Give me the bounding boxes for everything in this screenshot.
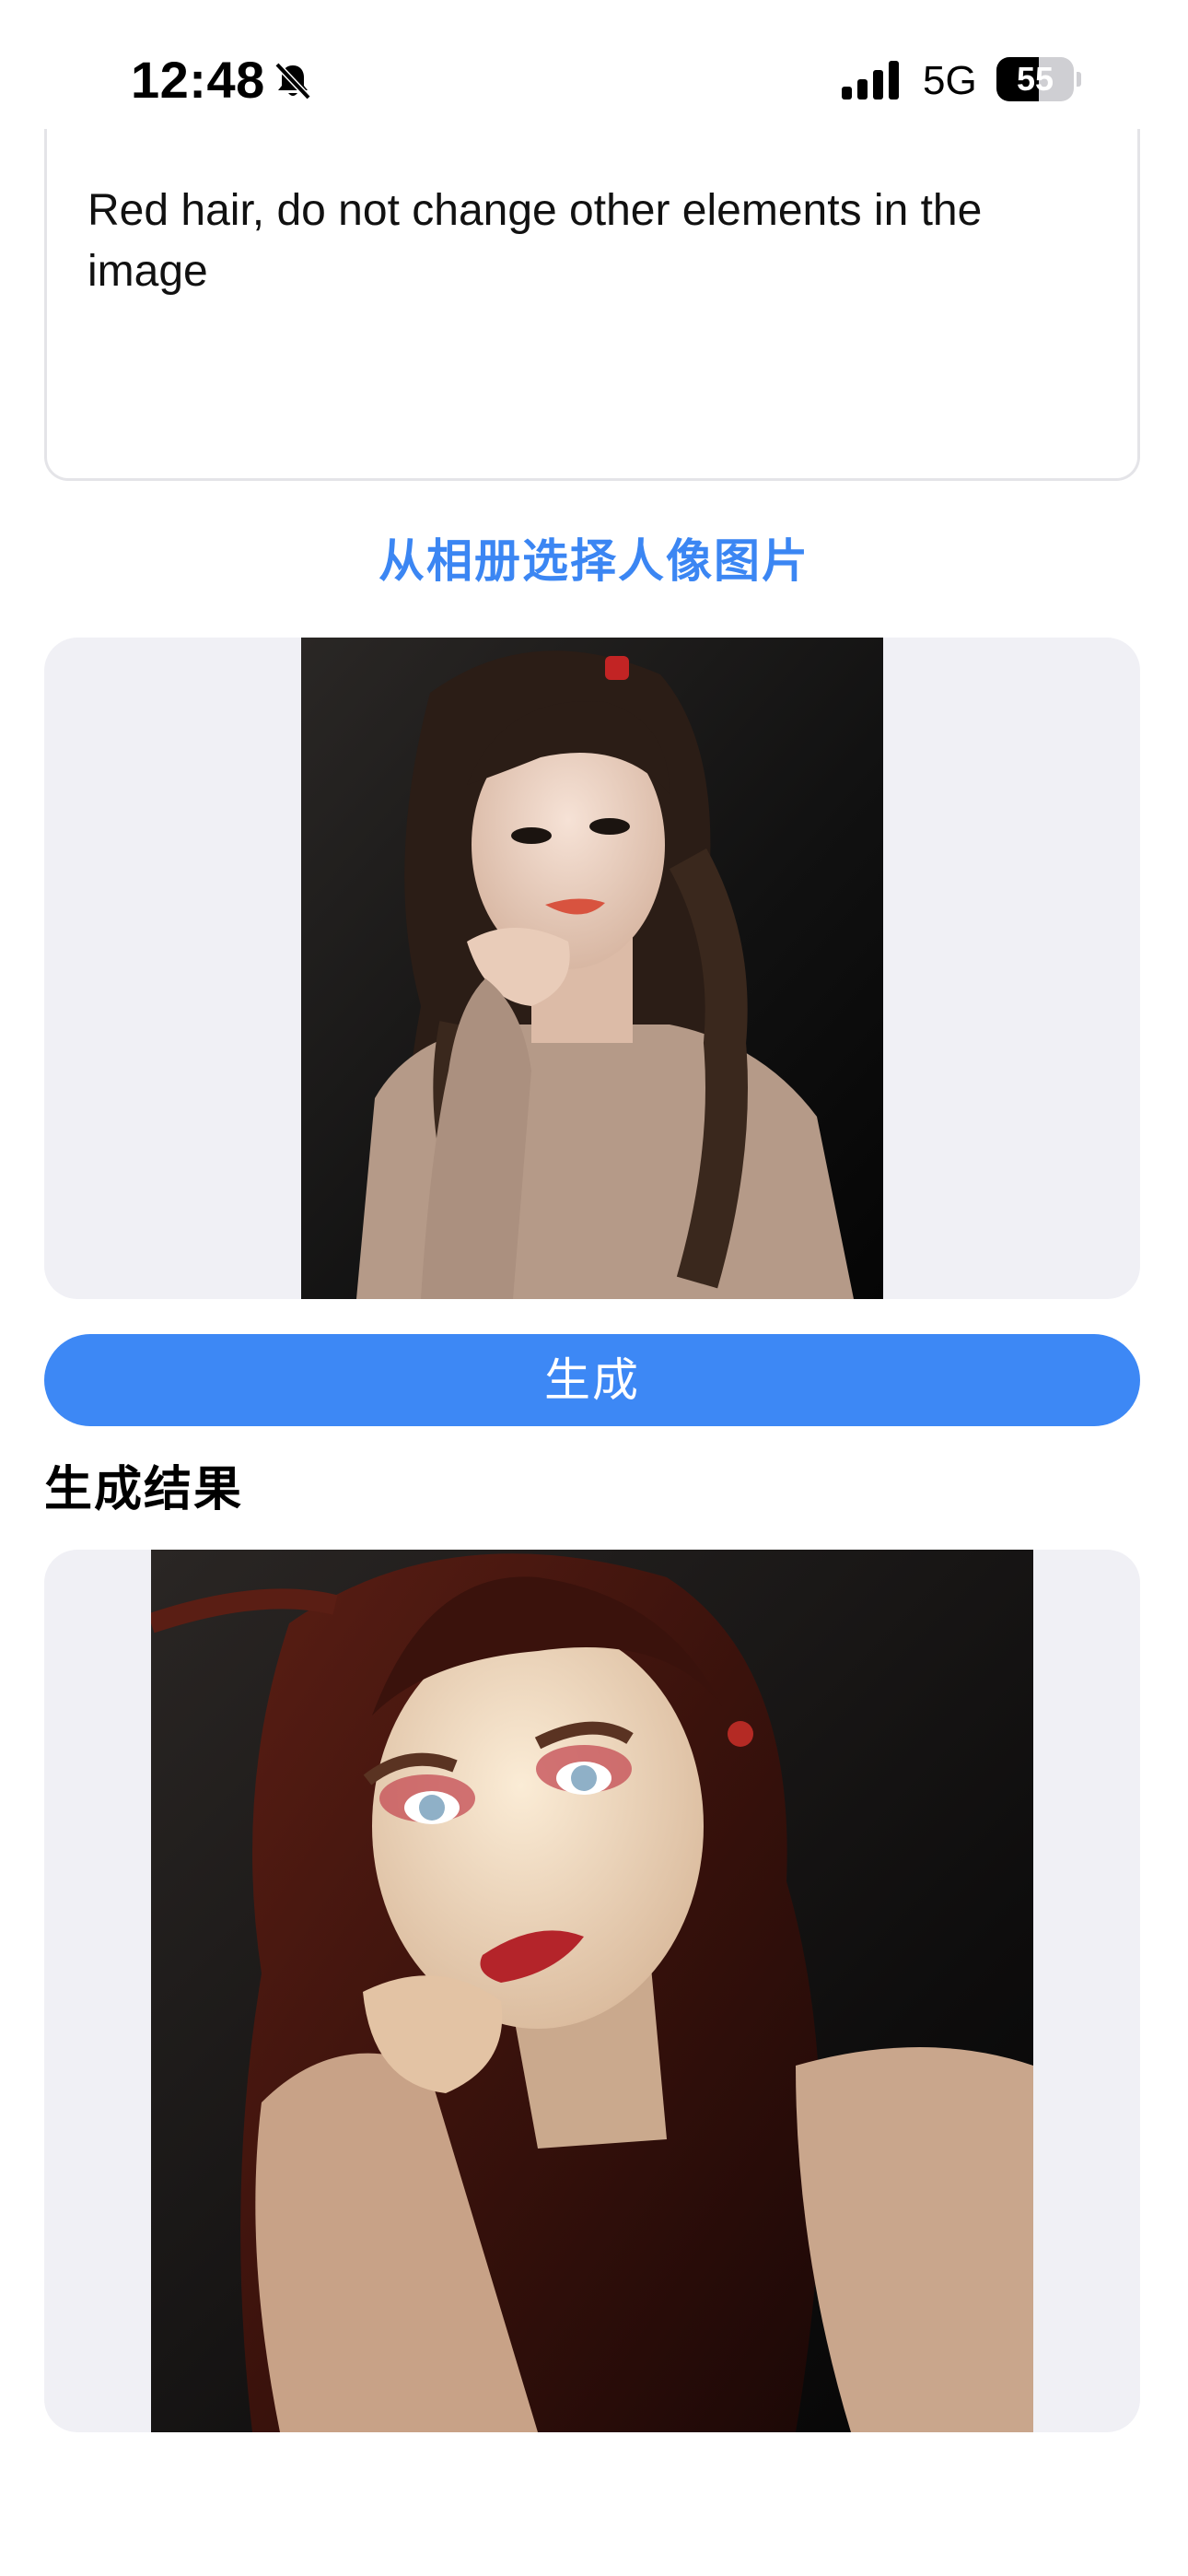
select-from-album-link[interactable]: 从相册选择人像图片 [0, 529, 1188, 593]
status-time: 12:48 [131, 51, 265, 109]
source-image-panel[interactable] [44, 638, 1140, 1299]
generate-button[interactable]: 生成 [44, 1334, 1140, 1426]
network-type-label: 5G [923, 58, 977, 103]
prompt-input[interactable]: Red hair, do not change other elements i… [44, 129, 1140, 481]
bell-muted-icon [273, 61, 313, 101]
result-image-panel[interactable] [44, 1550, 1140, 2432]
battery-icon: 55 [996, 57, 1081, 101]
cellular-signal-icon [840, 59, 904, 101]
result-section-title: 生成结果 [44, 1463, 244, 1516]
prompt-text: Red hair, do not change other elements i… [87, 186, 983, 296]
battery-level: 55 [1016, 60, 1054, 98]
source-portrait-image [301, 638, 883, 1299]
generated-result-image [151, 1550, 1033, 2432]
